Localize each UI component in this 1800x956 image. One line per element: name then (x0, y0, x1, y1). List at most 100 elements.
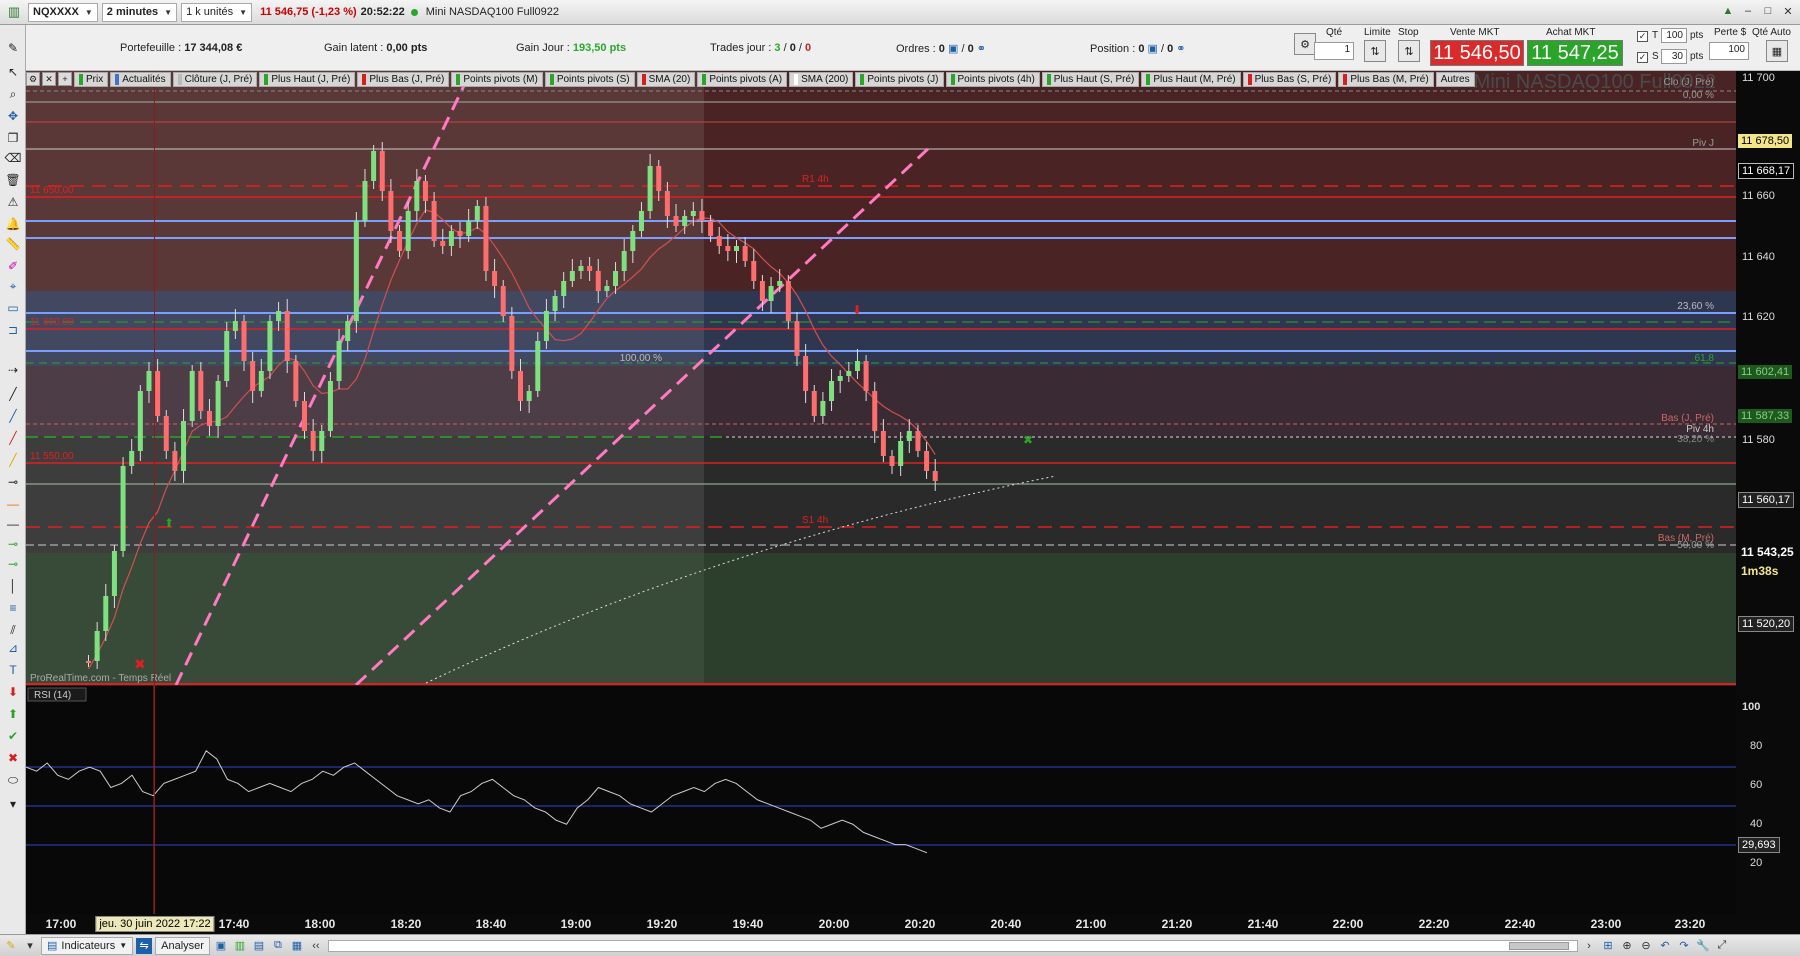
units-select[interactable]: 1 k unités ▼ (181, 2, 253, 22)
expand-icon[interactable]: ▾ (4, 795, 22, 813)
copy-icon[interactable]: ❐ (4, 129, 22, 147)
target-checkbox[interactable]: ✓ (1637, 31, 1648, 42)
trash-icon[interactable]: 🗑 (4, 171, 22, 189)
redo-icon[interactable]: ↷ (1676, 938, 1692, 954)
chart-app-icon[interactable]: ▥ (4, 2, 24, 22)
wrench-icon[interactable]: 🔧 (1695, 938, 1711, 954)
instrument-select[interactable]: NQXXXX ▼ (28, 2, 98, 22)
zoom-in-icon[interactable]: ⊕ (1619, 938, 1635, 954)
warning-icon[interactable]: ⚠ (4, 193, 22, 211)
yellow-line-icon[interactable]: ╱ (4, 451, 22, 469)
legend-item[interactable]: Points pivots (4h) (945, 71, 1040, 87)
expand-icon[interactable]: ⤢ (1714, 938, 1730, 954)
indicateurs-button[interactable]: ▤ Indicateurs ▼ (41, 936, 134, 955)
minimize-icon[interactable]: – (1740, 3, 1756, 19)
legend-item[interactable]: Prix (74, 71, 109, 87)
legend-item[interactable]: Plus Haut (M, Pré) (1141, 71, 1241, 87)
price-chart[interactable]: Mini NASDAQ100 Full0922 Clo (J, Pré) 0,0… (26, 71, 1736, 685)
green-hline2-icon[interactable]: ⊸ (4, 555, 22, 573)
legend-item[interactable]: Plus Haut (J, Pré) (259, 71, 356, 87)
hline-icon[interactable]: — (4, 515, 22, 533)
alert-bell-icon[interactable]: 🔔 (4, 215, 22, 233)
legend-item[interactable]: Points pivots (S) (544, 71, 635, 87)
share-icon[interactable]: ⇋ (136, 937, 153, 954)
layout-icon[interactable]: ⧉ (270, 938, 286, 954)
order-settings-icon[interactable]: ⚙ (1294, 33, 1316, 55)
eraser-icon[interactable]: ⌫ (4, 149, 22, 167)
ray-icon[interactable]: ╱ (4, 407, 22, 425)
save-icon[interactable]: ▦ (289, 938, 305, 954)
orange-hline-icon[interactable]: — (4, 495, 22, 513)
ellipse-icon[interactable]: ⬭ (4, 771, 22, 789)
legend-hide-icon[interactable]: ✕ (42, 72, 56, 86)
zoom-out-icon[interactable]: ⊖ (1638, 938, 1654, 954)
timeframe-select[interactable]: 2 minutes ▼ (101, 2, 178, 22)
legend-item[interactable]: Points pivots (A) (697, 71, 788, 87)
horizontal-scrollbar[interactable] (327, 939, 1578, 952)
price-axis[interactable]: 11 700 11 678,50 11 668,17 11 660 11 640… (1736, 71, 1800, 914)
legend-item[interactable]: Actualités (110, 71, 171, 87)
position[interactable]: Position : 0 ▣ / 0 ⚭ (1090, 42, 1185, 55)
pencil-icon[interactable]: ✎ (4, 39, 22, 57)
buy-market-button[interactable]: 11 547,25 (1527, 40, 1623, 66)
checkmark-icon[interactable]: ✔ (4, 727, 22, 745)
text-icon[interactable]: T (4, 661, 22, 679)
prorealtime-icon[interactable]: ▤ (251, 938, 267, 954)
rsi-panel[interactable]: RSI (14) (26, 685, 1736, 914)
scrollbar-thumb[interactable] (1508, 941, 1569, 950)
legend-item[interactable]: Plus Bas (S, Pré) (1242, 71, 1337, 87)
channel-icon[interactable]: ⊐ (4, 321, 22, 339)
sell-market-button[interactable]: 11 546,50 (1430, 40, 1524, 66)
cross-icon[interactable]: ✖ (4, 749, 22, 767)
undo-icon[interactable]: ↶ (1657, 938, 1673, 954)
legend-item[interactable]: Autres (1435, 71, 1475, 87)
scroll-right-icon[interactable]: › (1581, 938, 1597, 954)
arrow-down-icon[interactable]: ⬇ (4, 683, 22, 701)
legend-add-icon[interactable]: + (58, 72, 72, 86)
trendline-icon[interactable]: ╱ (4, 385, 22, 403)
arrow-up-icon[interactable]: ⬆ (4, 705, 22, 723)
stop-input[interactable]: 30 (1661, 49, 1687, 64)
qte-input[interactable]: 1 (1314, 42, 1354, 60)
rectangle-icon[interactable]: ▭ (4, 299, 22, 317)
legend-item[interactable]: Points pivots (M) (451, 71, 543, 87)
screener-icon[interactable]: ▣ (213, 938, 229, 954)
stop-order-button[interactable]: ⇅ (1398, 40, 1420, 62)
legend-item[interactable]: Clôture (J, Pré) (172, 71, 258, 87)
zoom-fit-icon[interactable]: ⊞ (1600, 938, 1616, 954)
backtest-icon[interactable]: ▥ (232, 938, 248, 954)
legend-item[interactable]: SMA (200) (789, 71, 854, 87)
ruler-icon[interactable]: 📏 (4, 235, 22, 253)
red-line-icon[interactable]: ╱ (4, 429, 22, 447)
ordres[interactable]: Ordres : 0 ▣ / 0 ⚭ (896, 42, 986, 55)
legend-settings-icon[interactable]: ⚙ (26, 72, 40, 86)
brush-icon[interactable]: ✐ (4, 257, 22, 275)
scroll-left-icon[interactable]: ‹‹ (308, 938, 324, 954)
zoom-icon[interactable]: ⌕ (4, 85, 22, 103)
fibonacci-icon[interactable]: ≡ (4, 599, 22, 617)
stop-checkbox[interactable]: ✓ (1637, 52, 1648, 63)
perte-input[interactable]: 100 (1709, 42, 1749, 60)
legend-item[interactable]: Plus Haut (S, Pré) (1041, 71, 1140, 87)
cursor-icon[interactable]: ↖ (4, 63, 22, 81)
analyser-button[interactable]: Analyser (155, 936, 210, 955)
node-icon[interactable]: ⌖ (4, 277, 22, 295)
move-icon[interactable]: ✥ (4, 107, 22, 125)
measure-icon[interactable]: ⊸ (4, 473, 22, 491)
legend-item[interactable]: Plus Bas (J, Pré) (357, 71, 450, 87)
legend-item[interactable]: Plus Bas (M, Pré) (1338, 71, 1434, 87)
pitchfork-icon[interactable]: ⫽ (4, 621, 22, 639)
vline-icon[interactable]: │ (4, 577, 22, 595)
pencil-icon[interactable]: ✎ (3, 938, 19, 954)
legend-item[interactable]: Points pivots (J) (855, 71, 944, 87)
legend-item[interactable]: SMA (20) (636, 71, 696, 87)
horizontal-line-icon[interactable]: ⇢ (4, 361, 22, 379)
time-axis[interactable]: 17:00 17:40 18:00 18:20 18:40 19:00 19:20 19:40… (26, 914, 1736, 934)
chevron-down-icon[interactable]: ▾ (22, 938, 38, 954)
limit-order-button[interactable]: ⇅ (1364, 40, 1386, 62)
target-input[interactable]: 100 (1661, 28, 1687, 43)
gann-icon[interactable]: ⊿ (4, 639, 22, 657)
maximize-icon[interactable]: □ (1760, 3, 1776, 19)
qte-auto-button[interactable]: ▦ (1766, 40, 1788, 62)
close-icon[interactable]: ✕ (1780, 3, 1796, 19)
